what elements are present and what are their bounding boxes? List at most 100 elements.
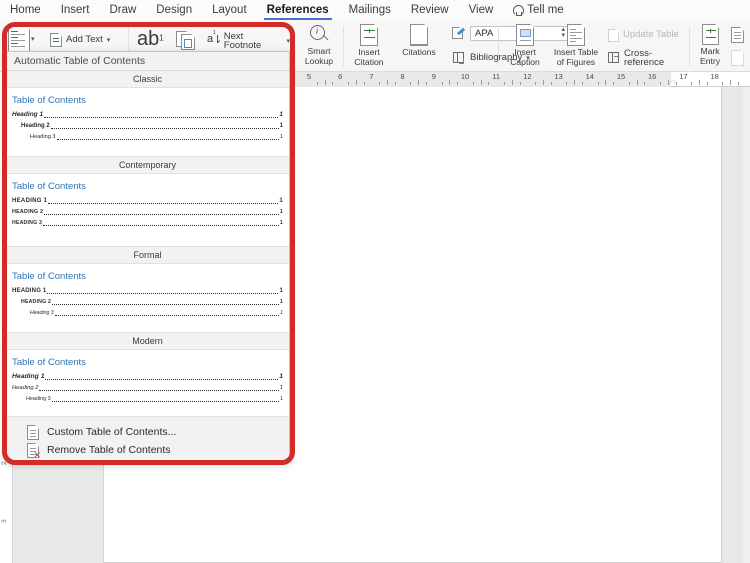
toc-gallery-dropdown[interactable]: Automatic Table of Contents Classic Table… [5,51,290,462]
mark-entry-label-2: Entry [699,55,721,66]
insert-endnote-button[interactable] [176,31,198,51]
gallery-style-preview-modern[interactable]: Table of Contents Heading 1 1 Heading 2 1 Hea… [6,349,289,417]
ribbon-tab-label: Draw [109,4,137,16]
ribbon-tab-tell-me[interactable]: Tell me [503,0,573,20]
ruler-tick-label: 17 [679,72,688,81]
chevron-down-icon: ▾ [106,36,111,44]
insert-table-of-figures-button[interactable]: Insert Table of Figures [548,24,604,67]
preview-toc-title: Table of Contents [12,357,86,368]
ribbon-tab-layout[interactable]: Layout [202,0,257,20]
insert-table-of-figures-label-2: of Figures [556,56,596,67]
preview-page-number: 1 [279,288,283,294]
gallery-command-custom-toc[interactable]: Custom Table of Contents... [6,423,289,441]
gallery-style-preview-classic[interactable]: Table of Contents Heading 1 1 Heading 2 1 Hea… [6,87,289,157]
preview-leader-dots [47,290,279,294]
insert-endnote-icon [176,31,198,51]
ribbon-tab-review[interactable]: Review [401,0,459,20]
preview-entry-text: Heading 3 [30,310,54,316]
update-table-label: Update Table [623,29,679,41]
citations-button[interactable]: Citations [393,24,445,58]
chevron-down-icon: ▾ [286,37,290,45]
ruler-tick [535,82,537,85]
ruler-tick [691,82,693,85]
insert-caption-button[interactable]: Insert Caption [502,24,548,67]
preview-entry-text: Heading 3 [30,134,56,140]
preview-page-number: 1 [279,385,283,391]
ruler-tick-label: 14 [585,72,594,81]
ruler-tick [644,82,646,85]
bibliography-icon [452,51,466,65]
add-text-button[interactable]: Add Text ▾ [50,32,110,48]
preview-leader-dots [51,398,279,402]
ribbon-tab-draw[interactable]: Draw [99,0,146,20]
ruler-tick [387,80,388,85]
ruler-tick [722,82,724,85]
gallery-style-name: Modern [6,333,289,349]
smart-lookup-icon: i [308,24,330,46]
insert-citation-button[interactable]: Insert Citation [346,24,392,67]
ribbon-tab-mailings[interactable]: Mailings [339,0,401,20]
ruler-tick [730,80,732,85]
preview-leader-dots [39,387,279,391]
smart-lookup-button[interactable]: i Smart Lookup [296,24,342,66]
preview-toc-entry: HEADING 1 1 [12,287,283,295]
preview-page-number: 1 [279,123,283,129]
preview-toc-entry: HEADING 2 1 [12,208,283,216]
ruler-tick-label: 9 [431,72,436,81]
ruler-tick [605,80,607,85]
preview-page-number: 1 [279,198,283,204]
horizontal-ruler[interactable]: 5 6 7 8 9 10 11 12 13 14 15 16 17 18 [295,72,750,87]
ruler-tick [426,82,427,85]
gallery-command-remove-toc[interactable]: ✕ Remove Table of Contents [6,441,289,459]
preview-toc-entry: Heading 1 1 [12,111,283,119]
ribbon-tab-label: Mailings [348,4,391,16]
ribbon-separator [689,26,690,66]
add-text-label: Add Text [66,34,103,46]
update-table-button: Update Table [608,27,679,43]
mark-entry-icon [701,24,719,45]
ribbon-tab-view[interactable]: View [459,0,504,20]
ruler-tick [363,82,365,85]
preview-entry-text: HEADING 1 [12,198,48,204]
preview-entry-text: Heading 2 [12,385,39,391]
gallery-style-name: Formal [6,247,289,263]
ribbon-tab-label: Insert [60,4,90,16]
ruler-tick [660,82,661,85]
ribbon-tab-label: Layout [212,4,247,16]
cross-reference-button[interactable]: Cross-reference [608,48,687,67]
gallery-style-preview-formal[interactable]: Table of Contents HEADING 1 1 HEADING 2 1 Hea… [6,263,289,333]
insert-table-of-figures-icon [567,24,585,46]
ribbon-tab-design[interactable]: Design [146,0,202,20]
ruler-tick [449,80,451,85]
ruler-tick [379,82,381,85]
gallery-command-label: Custom Table of Contents... [47,426,177,438]
ribbon-tab-label: Design [156,4,193,16]
toc-button[interactable]: ▾ [8,26,35,53]
ribbon-tab-label: View [468,4,494,16]
gallery-section-header: Automatic Table of Contents [6,52,289,71]
preview-page-number: 1 [279,111,283,118]
ruler-tick [332,82,334,85]
insert-index-icon[interactable] [731,27,744,43]
vertical-scrollbar[interactable] [743,87,750,563]
ribbon-tab-bar: Home Insert Draw Design Layout References Mail… [0,0,750,20]
preview-leader-dots [43,222,279,226]
citation-style-icon [452,26,466,40]
ruler-tick [628,82,630,85]
ribbon-tab-home[interactable]: Home [0,0,51,20]
preview-entry-text: Heading 1 [12,373,45,380]
table-of-contents-icon [8,26,30,53]
chevron-down-icon: ▾ [31,36,35,43]
ruler-tick [519,82,521,85]
ribbon-tab-insert[interactable]: Insert [51,0,100,20]
ruler-tick [597,82,599,85]
preview-toc-title: Table of Contents [12,181,86,192]
indent-marker[interactable] [669,80,678,86]
mark-entry-button[interactable]: Mark Entry [693,24,727,66]
add-text-icon [50,33,62,47]
insert-footnote-button[interactable]: ab1 [137,28,164,51]
gallery-style-preview-contemporary[interactable]: Table of Contents HEADING 1 1 HEADING 2 1 HEA… [6,173,289,247]
ribbon-tab-references[interactable]: References [257,0,339,20]
next-footnote-button[interactable]: a ⇂ 1 Next Footnote ▾ [207,30,290,50]
insert-footnote-icon: ab [137,28,160,50]
